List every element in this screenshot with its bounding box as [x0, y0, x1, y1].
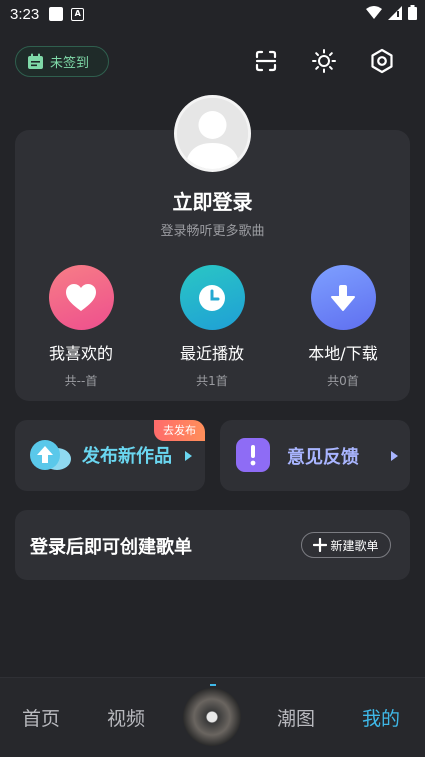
- playlist-prompt: 登录后即可创建歌单: [30, 537, 192, 558]
- a-notification-icon: A: [71, 7, 85, 21]
- clock-icon: [179, 265, 245, 330]
- shortcut-label: 最近播放: [179, 344, 244, 363]
- shortcut-count: 共--首: [64, 374, 98, 388]
- download-shortcut[interactable]: 本地/下载 共0首: [293, 265, 393, 389]
- avatar[interactable]: [174, 95, 251, 172]
- login-title[interactable]: 立即登录: [0, 186, 425, 215]
- signal-icon: [388, 5, 402, 20]
- download-icon: [310, 265, 376, 330]
- header-actions: [237, 46, 411, 76]
- notification-icon: [49, 7, 64, 21]
- checkin-label: 未签到: [50, 56, 90, 71]
- heart-icon: [48, 265, 114, 330]
- new-playlist-button[interactable]: 新建歌单: [301, 532, 391, 558]
- theme-button[interactable]: [295, 46, 353, 76]
- shortcut-count: 共1首: [196, 374, 228, 388]
- scan-button[interactable]: [237, 46, 295, 76]
- scan-icon: [255, 50, 277, 72]
- nav-mine[interactable]: 我的: [362, 704, 400, 731]
- feedback-icon: [236, 438, 270, 472]
- status-time: 3:23: [10, 5, 40, 23]
- publish-card[interactable]: 发布新作品 去发布: [15, 420, 205, 491]
- calendar-icon: [28, 53, 43, 69]
- arrow-right-icon: [185, 451, 192, 461]
- wifi-icon: [366, 5, 382, 19]
- publish-badge: 去发布: [154, 420, 205, 441]
- recent-shortcut[interactable]: 最近播放 共1首: [162, 265, 262, 389]
- favorites-shortcut[interactable]: 我喜欢的 共--首: [31, 265, 131, 389]
- default-avatar-icon: [177, 98, 248, 169]
- shortcut-label: 本地/下载: [308, 344, 378, 363]
- now-playing-disc[interactable]: [183, 688, 241, 746]
- nav-trend[interactable]: 潮图: [277, 704, 315, 731]
- settings-icon: [371, 48, 393, 74]
- login-subtitle: 登录畅听更多歌曲: [160, 224, 265, 239]
- playlist-card: 登录后即可创建歌单 新建歌单: [15, 510, 410, 580]
- status-bar: 3:23 A: [0, 0, 425, 28]
- feedback-card[interactable]: 意见反馈: [220, 420, 410, 491]
- battery-icon: [408, 5, 417, 20]
- playing-indicator: [210, 684, 216, 686]
- shortcut-label: 我喜欢的: [48, 344, 113, 363]
- nav-home[interactable]: 首页: [22, 704, 60, 731]
- shortcut-count: 共0首: [327, 374, 359, 388]
- arrow-right-icon: [391, 451, 398, 461]
- checkin-button[interactable]: 未签到: [15, 46, 109, 77]
- publish-label: 发布新作品: [82, 446, 172, 467]
- cloud-upload-icon: [30, 440, 71, 470]
- settings-button[interactable]: [353, 46, 411, 76]
- new-playlist-label: 新建歌单: [330, 538, 379, 553]
- feedback-label: 意见反馈: [287, 447, 359, 468]
- nav-video[interactable]: 视频: [107, 704, 145, 731]
- theme-sun-icon: [312, 49, 336, 73]
- plus-icon: [313, 538, 328, 552]
